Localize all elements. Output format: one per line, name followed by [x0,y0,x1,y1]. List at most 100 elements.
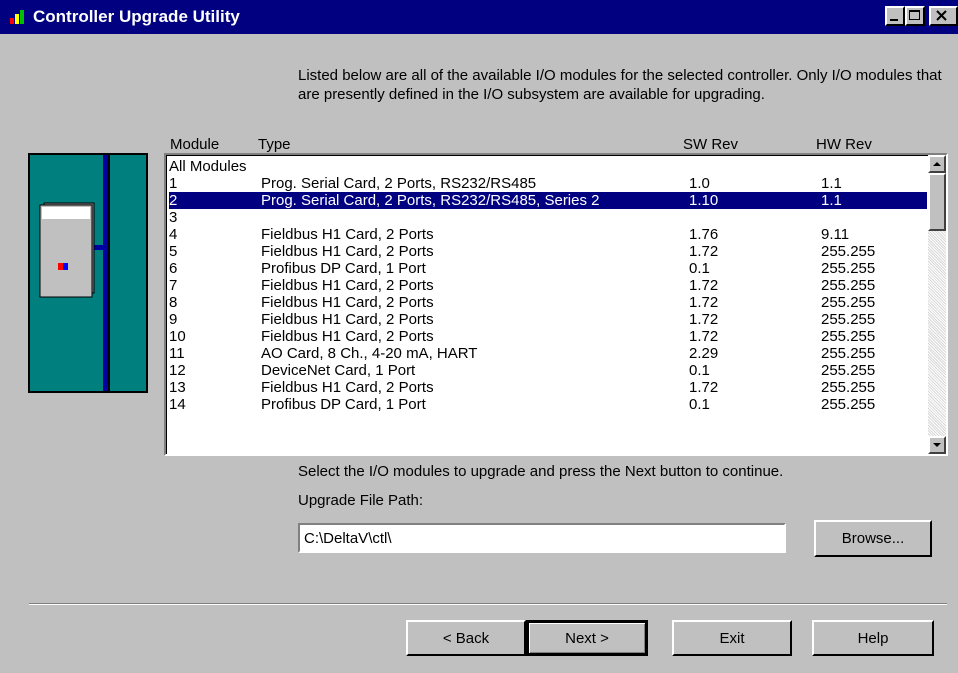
module-list: All Modules 1 Prog. Serial Card, 2 Ports, … [166,155,928,454]
browse-button[interactable]: Browse... [814,520,932,557]
intro-text: Listed below are all of the available I/… [298,67,942,103]
sw-rev-cell: 1.76 [689,226,719,243]
arrow-up-icon [933,162,941,166]
column-header-type: Type [258,136,291,153]
list-item[interactable]: 4 Fieldbus H1 Card, 2 Ports 1.76 9.11 [169,226,927,243]
upgrade-path-input[interactable] [298,523,786,553]
type-cell: DeviceNet Card, 1 Port [261,362,416,379]
column-header-hw-rev: HW Rev [816,136,872,153]
scroll-down-button[interactable] [928,436,946,454]
window-title: Controller Upgrade Utility [33,7,240,26]
module-cell: 1 [169,175,178,192]
module-listbox[interactable]: All Modules 1 Prog. Serial Card, 2 Ports, … [164,153,948,456]
type-cell: Profibus DP Card, 1 Port [261,260,426,277]
column-header-sw-rev: SW Rev [683,136,739,153]
upgrade-utility-window: Controller Upgrade Utility Listed below … [0,0,958,673]
list-item[interactable]: 7 Fieldbus H1 Card, 2 Ports 1.72 255.255 [169,277,927,294]
sw-rev-cell: 1.10 [689,192,719,209]
list-item[interactable]: 8 Fieldbus H1 Card, 2 Ports 1.72 255.255 [169,294,927,311]
type-cell: Prog. Serial Card, 2 Ports, RS232/RS485,… [261,192,600,209]
module-cell: 11 [169,345,185,362]
minimize-button[interactable] [885,6,905,26]
hw-rev-cell: 1.1 [821,192,842,209]
type-cell: AO Card, 8 Ch., 4-20 mA, HART [261,345,478,362]
help-button[interactable]: Help [812,620,934,656]
next-button[interactable]: Next > [526,620,648,656]
type-cell: Fieldbus H1 Card, 2 Ports [261,294,434,311]
hw-rev-cell: 255.255 [821,345,876,362]
type-cell: Profibus DP Card, 1 Port [261,396,426,413]
back-button[interactable]: < Back [406,620,526,656]
list-item[interactable]: 11 AO Card, 8 Ch., 4-20 mA, HART 2.29 255.2… [169,345,927,362]
column-header-module: Module [170,136,220,153]
sw-rev-cell: 1.72 [689,311,719,328]
type-cell: Fieldbus H1 Card, 2 Ports [261,311,434,328]
list-item[interactable]: 3 [169,209,927,226]
list-item[interactable]: 14 Profibus DP Card, 1 Port 0.1 255.255 [169,396,927,413]
minimize-icon [890,19,898,21]
type-cell: Fieldbus H1 Card, 2 Ports [261,328,434,345]
sw-rev-cell: 1.72 [689,294,719,311]
exit-button[interactable]: Exit [672,620,792,656]
sw-rev-cell: 1.72 [689,277,719,294]
sw-rev-cell: 1.72 [689,379,719,396]
sw-rev-cell: 2.29 [689,345,719,362]
module-cell: 10 [169,328,186,345]
type-cell: Prog. Serial Card, 2 Ports, RS232/RS485 [261,175,537,192]
sw-rev-cell: 1.72 [689,243,719,260]
module-cell: 9 [169,311,178,328]
list-item[interactable]: 12 DeviceNet Card, 1 Port 0.1 255.255 [169,362,927,379]
sw-rev-cell: 0.1 [689,260,710,277]
hw-rev-cell: 255.255 [821,311,876,328]
hw-rev-cell: 255.255 [821,362,876,379]
title-bar[interactable]: Controller Upgrade Utility [0,0,958,34]
hw-rev-cell: 255.255 [821,277,876,294]
scroll-up-button[interactable] [928,155,946,173]
hw-rev-cell: 255.255 [821,260,876,277]
module-cell: 2 [169,192,178,209]
scroll-thumb[interactable] [928,173,946,231]
type-cell: Fieldbus H1 Card, 2 Ports [261,379,434,396]
instruction-text: Select the I/O modules to upgrade and pr… [298,463,784,480]
hw-rev-cell: 9.11 [821,226,850,243]
hw-rev-cell: 1.1 [821,175,842,192]
hw-rev-cell: 255.255 [821,379,876,396]
sw-rev-cell: 0.1 [689,362,710,379]
sw-rev-cell: 1.72 [689,328,719,345]
list-item[interactable]: 2 Prog. Serial Card, 2 Ports, RS232/RS485… [169,192,927,209]
list-item[interactable]: 10 Fieldbus H1 Card, 2 Ports 1.72 255.255 [169,328,927,345]
list-item[interactable]: All Modules [169,158,927,175]
maximize-button[interactable] [905,6,925,26]
controller-chassis-graphic [39,155,110,391]
upgrade-path-label: Upgrade File Path: [298,492,424,509]
sw-rev-cell: 1.0 [689,175,710,192]
module-cell: 5 [169,243,178,260]
list-scrollbar[interactable] [928,155,946,454]
module-cell: 4 [169,226,178,243]
close-button[interactable] [929,6,958,26]
type-cell: Fieldbus H1 Card, 2 Ports [261,226,434,243]
controller-illustration [28,153,148,393]
separator [29,603,947,605]
module-cell: All Modules [169,158,247,175]
sw-rev-cell: 0.1 [689,396,710,413]
hw-rev-cell: 255.255 [821,328,876,345]
module-cell: 6 [169,260,178,277]
hw-rev-cell: 255.255 [821,243,876,260]
list-item[interactable]: 1 Prog. Serial Card, 2 Ports, RS232/RS485… [169,175,927,192]
maximize-icon [909,10,920,20]
module-cell: 7 [169,277,178,294]
module-cell: 8 [169,294,178,311]
module-cell: 3 [169,209,178,226]
list-item[interactable]: 9 Fieldbus H1 Card, 2 Ports 1.72 255.255 [169,311,927,328]
type-cell: Fieldbus H1 Card, 2 Ports [261,277,434,294]
app-icon [10,10,24,24]
close-icon [936,10,947,21]
hw-rev-cell: 255.255 [821,396,876,413]
hw-rev-cell: 255.255 [821,294,876,311]
list-item[interactable]: 6 Profibus DP Card, 1 Port 0.1 255.255 [169,260,927,277]
list-item[interactable]: 5 Fieldbus H1 Card, 2 Ports 1.72 255.255 [169,243,927,260]
module-cell: 14 [169,396,186,413]
list-item[interactable]: 13 Fieldbus H1 Card, 2 Ports 1.72 255.255 [169,379,927,396]
arrow-down-icon [933,443,941,447]
